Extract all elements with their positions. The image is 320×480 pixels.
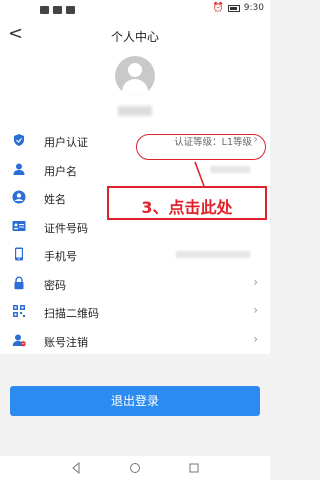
status-right: ⏰ 9:30 [213,3,264,13]
annotation-box: 3、点击此处 [107,186,267,220]
signal-icon [40,6,49,14]
list-item-label: 密码 [44,278,66,292]
annotation-highlight [136,134,266,160]
annotation-text: 3、点击此处 [141,198,233,217]
system-nav-bar [0,456,270,480]
status-icons [40,6,75,14]
list-item-label: 手机号 [44,250,77,263]
status-time: 9:30 [243,3,264,13]
user-remove-icon [12,334,26,346]
status-bar: ⏰ 9:30 [0,0,270,20]
chevron-right-icon: › [253,331,258,346]
list-item-phone[interactable]: 手机号 [0,240,270,269]
home-circle-icon[interactable] [129,462,141,474]
qr-code-icon [13,305,25,317]
back-triangle-icon[interactable] [70,462,82,474]
chevron-right-icon: › [253,303,258,317]
id-card-icon [12,220,26,231]
profile-header [0,50,270,126]
recent-apps-icon[interactable] [188,462,200,474]
list-item-label: 姓名 [44,193,66,206]
avatar-head [128,63,142,77]
user-icon [13,163,25,175]
person-circle-icon [12,190,26,204]
list-item-label: 扫描二维码 [44,307,99,320]
list-item-label: 账号注销 [44,335,88,349]
settings-list: 用户认证 认证等级：L1等级 › 用户名 姓名 证件号码 手机号 密码 › 扫描… [0,126,270,354]
top-nav: < 个人中心 [0,20,270,50]
list-item-label: 用户认证 [44,136,88,149]
wifi-icon [66,6,75,14]
masked-username [118,106,152,116]
list-item-label: 用户名 [44,164,77,178]
avatar-body [122,79,148,96]
list-item-scan-qr[interactable]: 扫描二维码 › [0,297,270,326]
shield-icon [14,134,24,146]
chevron-right-icon: › [253,274,258,289]
phone-icon [15,247,23,261]
list-item-password[interactable]: 密码 › [0,269,270,298]
battery-icon [227,4,240,12]
logout-button[interactable]: 退出登录 [10,386,260,416]
masked-value [176,251,250,258]
list-item-label: 证件号码 [44,221,88,235]
avatar[interactable] [115,56,155,96]
lock-icon [14,275,24,289]
page-title: 个人中心 [110,30,159,44]
alarm-icon: ⏰ [212,3,224,13]
signal-icon [53,6,62,14]
list-item-account-deletion[interactable]: 账号注销 › [0,326,270,355]
